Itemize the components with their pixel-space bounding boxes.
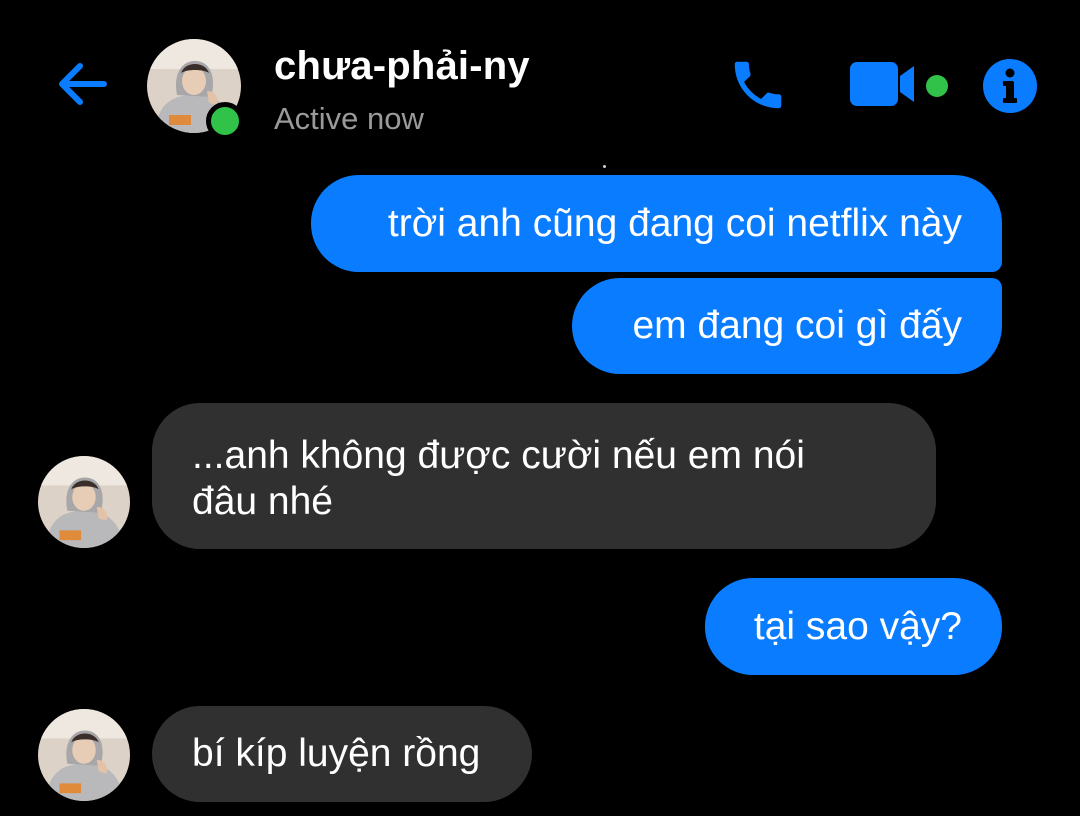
- incoming-message-bubble[interactable]: ...anh không được cười nếu em nói đâu nh…: [152, 403, 936, 549]
- message-text: bí kíp luyện rồng: [192, 732, 481, 775]
- sender-avatar[interactable]: [38, 709, 130, 801]
- video-active-dot: [926, 75, 948, 97]
- message-text: em đang coi gì đấy: [632, 304, 962, 347]
- incoming-message-bubble[interactable]: bí kíp luyện rồng: [152, 706, 532, 802]
- sender-avatar[interactable]: [38, 456, 130, 548]
- outgoing-message-bubble[interactable]: tại sao vậy?: [705, 578, 1002, 675]
- back-button[interactable]: [50, 52, 114, 116]
- contact-status: Active now: [274, 101, 424, 136]
- message-text: tại sao vậy?: [753, 604, 962, 648]
- arrow-left-icon: [59, 63, 107, 105]
- avatar-photo: [38, 456, 130, 548]
- outgoing-message-bubble[interactable]: trời anh cũng đang coi netflix này: [311, 175, 1002, 272]
- chat-screen: chưa-phải-ny Active now trời anh cũng đa…: [0, 0, 1080, 816]
- message-text-line: đâu nhé: [192, 480, 333, 523]
- info-icon: [983, 59, 1037, 113]
- voice-call-button[interactable]: [722, 52, 794, 118]
- avatar-photo: [38, 709, 130, 801]
- info-button[interactable]: [982, 58, 1038, 114]
- message-text: trời anh cũng đang coi netflix này: [387, 201, 962, 245]
- message-text-line: ...anh không được cười nếu em nói: [192, 434, 805, 477]
- outgoing-message-bubble[interactable]: em đang coi gì đấy: [572, 278, 1002, 374]
- phone-icon: [734, 61, 782, 109]
- contact-name[interactable]: chưa-phải-ny: [274, 44, 530, 89]
- online-status-dot: [206, 102, 244, 140]
- divider-dot: [603, 165, 606, 168]
